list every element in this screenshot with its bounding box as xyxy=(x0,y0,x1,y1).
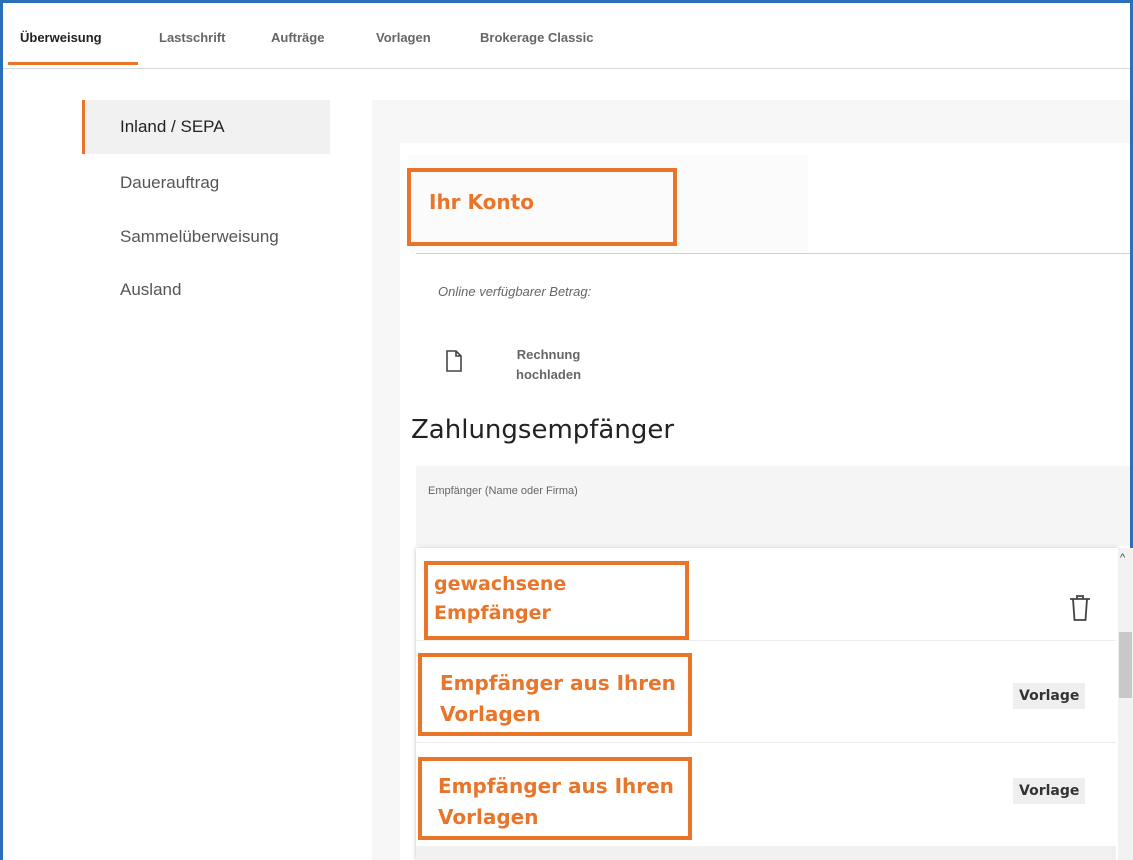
annotation-line: Vorlagen xyxy=(438,805,539,829)
annotation-label-account: Ihr Konto xyxy=(429,190,534,214)
annotation-label-template-payees-2: Empfänger aus Ihren Vorlagen xyxy=(438,771,674,833)
document-icon[interactable] xyxy=(446,350,462,372)
annotation-line: Empfänger xyxy=(434,602,551,624)
upload-invoice-line1: Rechnung xyxy=(516,347,581,362)
list-item[interactable] xyxy=(416,846,1116,860)
chevron-up-icon[interactable]: ^ xyxy=(1120,552,1125,564)
payee-name-input-label: Empfänger (Name oder Firma) xyxy=(428,485,578,497)
section-title-payee: Zahlungsempfänger xyxy=(411,415,675,445)
payee-name-input[interactable] xyxy=(416,466,1130,546)
upload-invoice-line2: hochladen xyxy=(516,367,582,382)
tab-auftraege[interactable]: Aufträge xyxy=(271,30,324,45)
sidebar-item-sammelueberweisung[interactable]: Sammelüberweisung xyxy=(82,210,330,264)
active-tab-indicator xyxy=(8,62,138,65)
template-badge: Vorlage xyxy=(1013,683,1086,709)
annotation-label-template-payees: Empfänger aus Ihren Vorlagen xyxy=(440,668,676,730)
scrollbar-thumb[interactable] xyxy=(1119,632,1132,698)
upload-invoice-button[interactable]: Rechnung hochladen xyxy=(516,345,581,385)
online-available-amount-label: Online verfügbarer Betrag: xyxy=(438,284,592,299)
annotation-line: Empfänger aus Ihren xyxy=(440,671,676,695)
annotation-line: Empfänger aus Ihren xyxy=(438,774,674,798)
sidebar-item-inland-sepa[interactable]: Inland / SEPA xyxy=(82,100,330,154)
divider xyxy=(416,742,1116,743)
template-badge: Vorlage xyxy=(1013,778,1086,804)
tab-ueberweisung[interactable]: Überweisung xyxy=(20,30,102,45)
tab-brokerage-classic[interactable]: Brokerage Classic xyxy=(480,30,593,45)
annotation-line: gewachsene xyxy=(434,573,567,595)
trash-icon[interactable] xyxy=(1068,594,1092,622)
annotation-label-grown-payees: gewachsene Empfänger xyxy=(434,570,566,628)
sidebar-item-ausland[interactable]: Ausland xyxy=(82,263,330,317)
sidebar-item-dauerauftrag[interactable]: Dauerauftrag xyxy=(82,156,330,210)
dropdown-scrollbar[interactable] xyxy=(1118,548,1133,860)
divider xyxy=(416,640,1116,641)
tab-vorlagen[interactable]: Vorlagen xyxy=(376,30,431,45)
top-tab-bar: Überweisung Lastschrift Aufträge Vorlage… xyxy=(3,3,1130,69)
divider xyxy=(416,253,1130,254)
annotation-line: Vorlagen xyxy=(440,702,541,726)
tab-lastschrift[interactable]: Lastschrift xyxy=(159,30,225,45)
